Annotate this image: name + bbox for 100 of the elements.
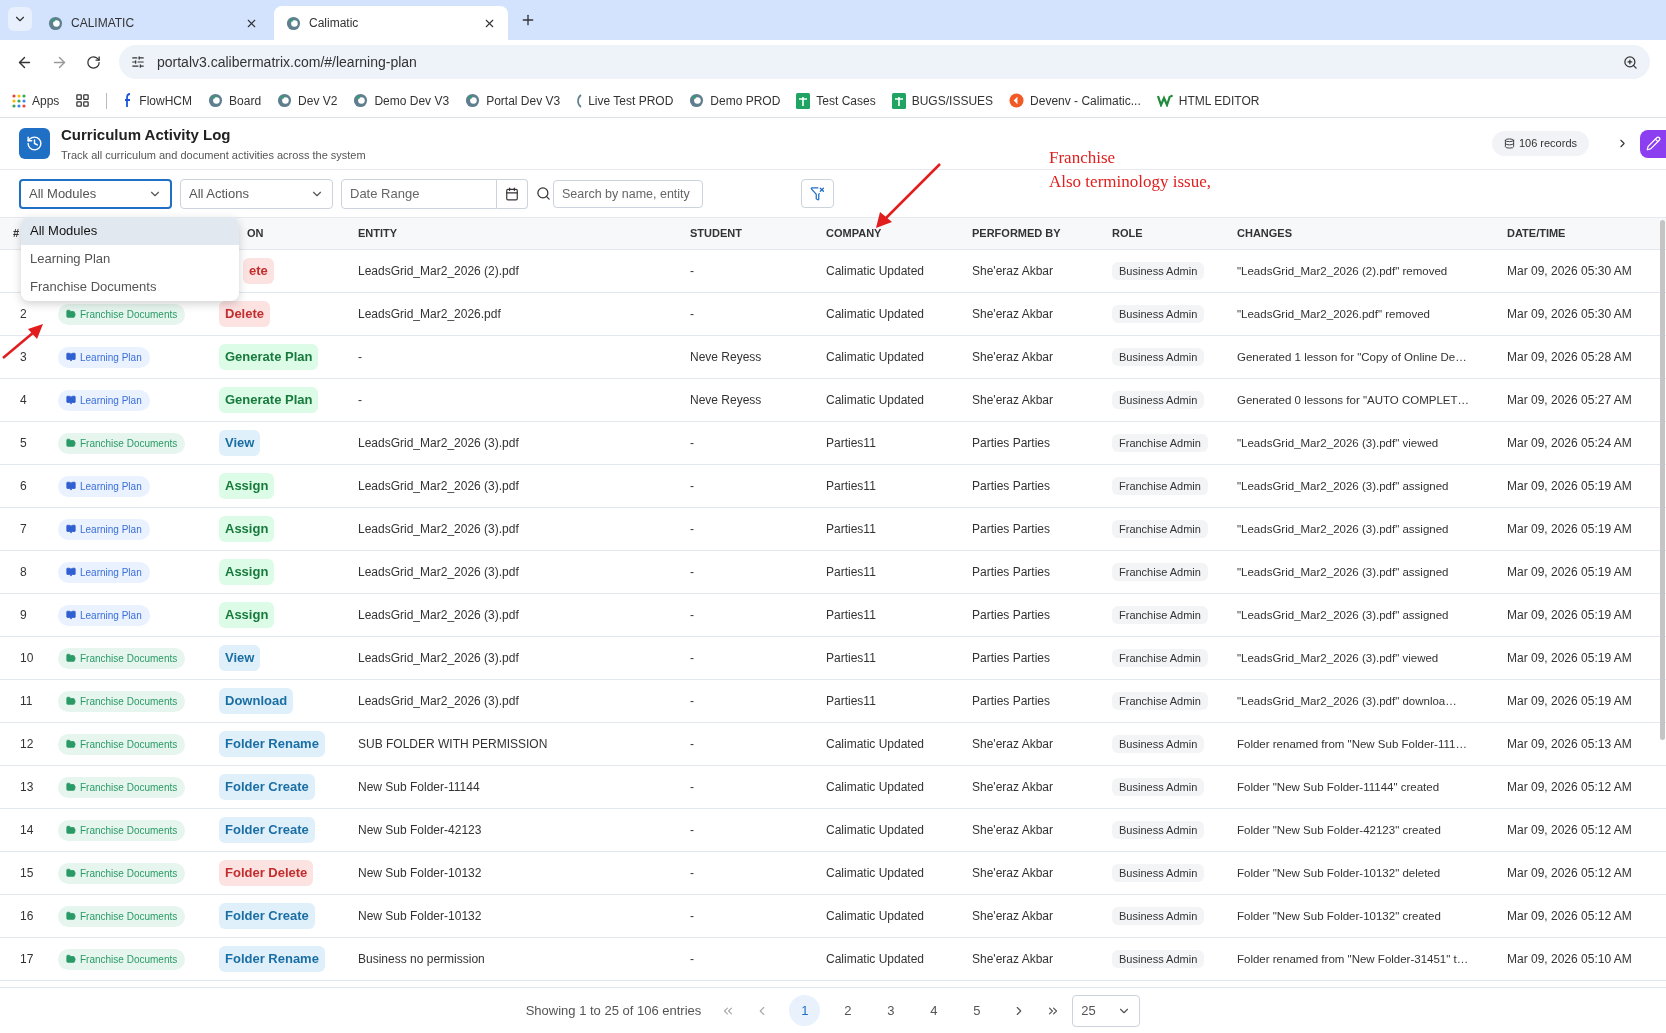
changes-cell: "LeadsGrid_Mar2_2026 (3).pdf" assigned xyxy=(1237,608,1449,621)
performer-cell: Parties Parties xyxy=(972,565,1051,579)
bookmark[interactable]: Devenv - Calimatic... xyxy=(1009,91,1141,110)
bookmark[interactable]: Demo Dev V3 xyxy=(353,91,450,110)
bookmark[interactable]: Test Cases xyxy=(796,91,876,110)
reload-icon[interactable] xyxy=(86,54,101,70)
entity-cell: - xyxy=(358,393,362,407)
clear-filter-button[interactable] xyxy=(801,179,834,208)
student-cell: - xyxy=(690,479,694,493)
module-badge: Learning Plan xyxy=(58,561,150,583)
student-cell: Neve Reyess xyxy=(690,393,762,407)
action-badge: Folder Delete xyxy=(219,860,314,886)
performer-cell: She'eraz Akbar xyxy=(972,866,1053,880)
role-badge: Franchise Admin xyxy=(1112,606,1208,624)
module-badge: Franchise Documents xyxy=(58,905,186,927)
logo-icon xyxy=(48,15,63,31)
action-badge: Assign xyxy=(219,473,275,499)
bookmark[interactable]: Portal Dev V3 xyxy=(465,91,561,110)
role-badge: Franchise Admin xyxy=(1112,520,1208,538)
company-cell: Parties11 xyxy=(826,694,876,708)
menu-item[interactable]: Franchise Documents xyxy=(21,273,239,301)
bookmark[interactable]: Live Test PROD xyxy=(576,91,674,110)
action-badge: Folder Rename xyxy=(219,946,325,972)
changes-cell: "LeadsGrid_Mar2_2026 (3).pdf" assigned xyxy=(1237,479,1449,492)
bookmark[interactable]: Board xyxy=(208,91,262,110)
action-badge: View xyxy=(219,430,261,456)
tab-list-button[interactable] xyxy=(8,7,32,31)
company-cell: Calimatic Updated xyxy=(826,350,925,364)
edit-button[interactable] xyxy=(1640,129,1666,158)
student-cell: - xyxy=(690,866,694,880)
changes-cell: Folder "New Sub Folder-42123" created xyxy=(1237,823,1441,836)
company-cell: Calimatic Updated xyxy=(826,393,925,407)
entity-cell: LeadsGrid_Mar2_2026 (3).pdf xyxy=(358,694,519,708)
browser-tab[interactable]: Calimatic xyxy=(274,6,508,40)
datetime-cell: Mar 09, 2026 05:27 AM xyxy=(1507,393,1632,407)
browser-tab[interactable]: CALIMATIC xyxy=(36,6,270,40)
role-badge: Business Admin xyxy=(1112,735,1205,753)
page-button[interactable]: 5 xyxy=(961,995,993,1026)
company-cell: Calimatic Updated xyxy=(826,909,925,923)
menu-item[interactable]: All Modules xyxy=(21,217,239,245)
company-cell: Calimatic Updated xyxy=(826,737,925,751)
date-range-field[interactable]: Date Range xyxy=(341,178,497,209)
new-tab-icon[interactable] xyxy=(520,12,536,28)
action-select[interactable]: All Actions xyxy=(180,178,333,209)
role-badge: Franchise Admin xyxy=(1112,563,1208,581)
page-subtitle: Track all curriculum and document activities across the system xyxy=(61,147,366,163)
datetime-cell: Mar 09, 2026 05:28 AM xyxy=(1507,350,1632,364)
entity-cell: Business no permission xyxy=(358,952,485,966)
bookmark[interactable]: FlowHCM xyxy=(123,91,193,110)
zoom-icon[interactable] xyxy=(1623,54,1638,70)
grid-icon[interactable] xyxy=(75,93,91,108)
column-header: PERFORMED BY xyxy=(972,227,1061,240)
column-header: CHANGES xyxy=(1237,227,1292,240)
company-cell: Calimatic Updated xyxy=(826,866,925,880)
action-badge: Assign xyxy=(219,516,275,542)
page-button[interactable]: 3 xyxy=(875,995,907,1026)
module-badge: Franchise Documents xyxy=(58,647,186,669)
page-size-select[interactable]: 25 xyxy=(1072,994,1141,1027)
column-header: ENTITY xyxy=(358,227,398,240)
menu-item[interactable]: Learning Plan xyxy=(21,245,239,273)
logo-icon xyxy=(286,15,301,31)
datetime-cell: Mar 09, 2026 05:12 AM xyxy=(1507,909,1632,923)
bookmark[interactable]: Apps xyxy=(12,91,60,110)
performer-cell: She'eraz Akbar xyxy=(972,307,1053,321)
performer-cell: She'eraz Akbar xyxy=(972,780,1053,794)
sheet-icon xyxy=(891,92,906,109)
calendar-icon xyxy=(505,186,519,201)
page-button[interactable]: 1 xyxy=(789,995,821,1026)
search-field[interactable]: Search by name, entity xyxy=(553,179,703,208)
performer-cell: She'eraz Akbar xyxy=(972,393,1053,407)
page-button[interactable]: 2 xyxy=(832,995,864,1026)
company-cell: Parties11 xyxy=(826,479,876,493)
bookmark[interactable]: Dev V2 xyxy=(277,91,338,110)
module-badge: Learning Plan xyxy=(58,604,150,626)
bookmark[interactable]: Demo PROD xyxy=(689,91,781,110)
entity-cell: New Sub Folder-10132 xyxy=(358,909,482,923)
tab-title: CALIMATIC xyxy=(71,15,136,32)
datetime-cell: Mar 09, 2026 05:24 AM xyxy=(1507,436,1632,450)
address-bar[interactable]: portalv3.calibermatrix.com/#/learning-plan xyxy=(119,45,1650,79)
row-number: 10 xyxy=(20,651,34,665)
module-badge: Franchise Documents xyxy=(58,819,186,841)
calendar-button[interactable] xyxy=(497,178,528,209)
apps-icon xyxy=(12,93,26,108)
action-badge: View xyxy=(219,645,261,671)
bookmark[interactable]: BUGS/ISSUES xyxy=(891,91,994,110)
entries-summary: Showing 1 to 25 of 106 entries xyxy=(525,1001,702,1020)
role-badge: Franchise Admin xyxy=(1112,649,1208,667)
site-info-icon[interactable] xyxy=(131,55,145,69)
action-badge: ete xyxy=(243,258,274,284)
scrollbar[interactable] xyxy=(1660,220,1665,740)
action-badge: Folder Create xyxy=(219,817,315,843)
row-number: 17 xyxy=(20,952,34,966)
entity-cell: LeadsGrid_Mar2_2026 (3).pdf xyxy=(358,436,519,450)
entity-cell: LeadsGrid_Mar2_2026 (3).pdf xyxy=(358,565,519,579)
module-select[interactable]: All Modules xyxy=(19,178,172,209)
entity-cell: New Sub Folder-11144 xyxy=(358,780,480,794)
page-button[interactable]: 4 xyxy=(918,995,950,1026)
bookmark[interactable]: HTML EDITOR xyxy=(1156,91,1260,110)
datetime-cell: Mar 09, 2026 05:30 AM xyxy=(1507,264,1632,278)
student-cell: Neve Reyess xyxy=(690,350,762,364)
